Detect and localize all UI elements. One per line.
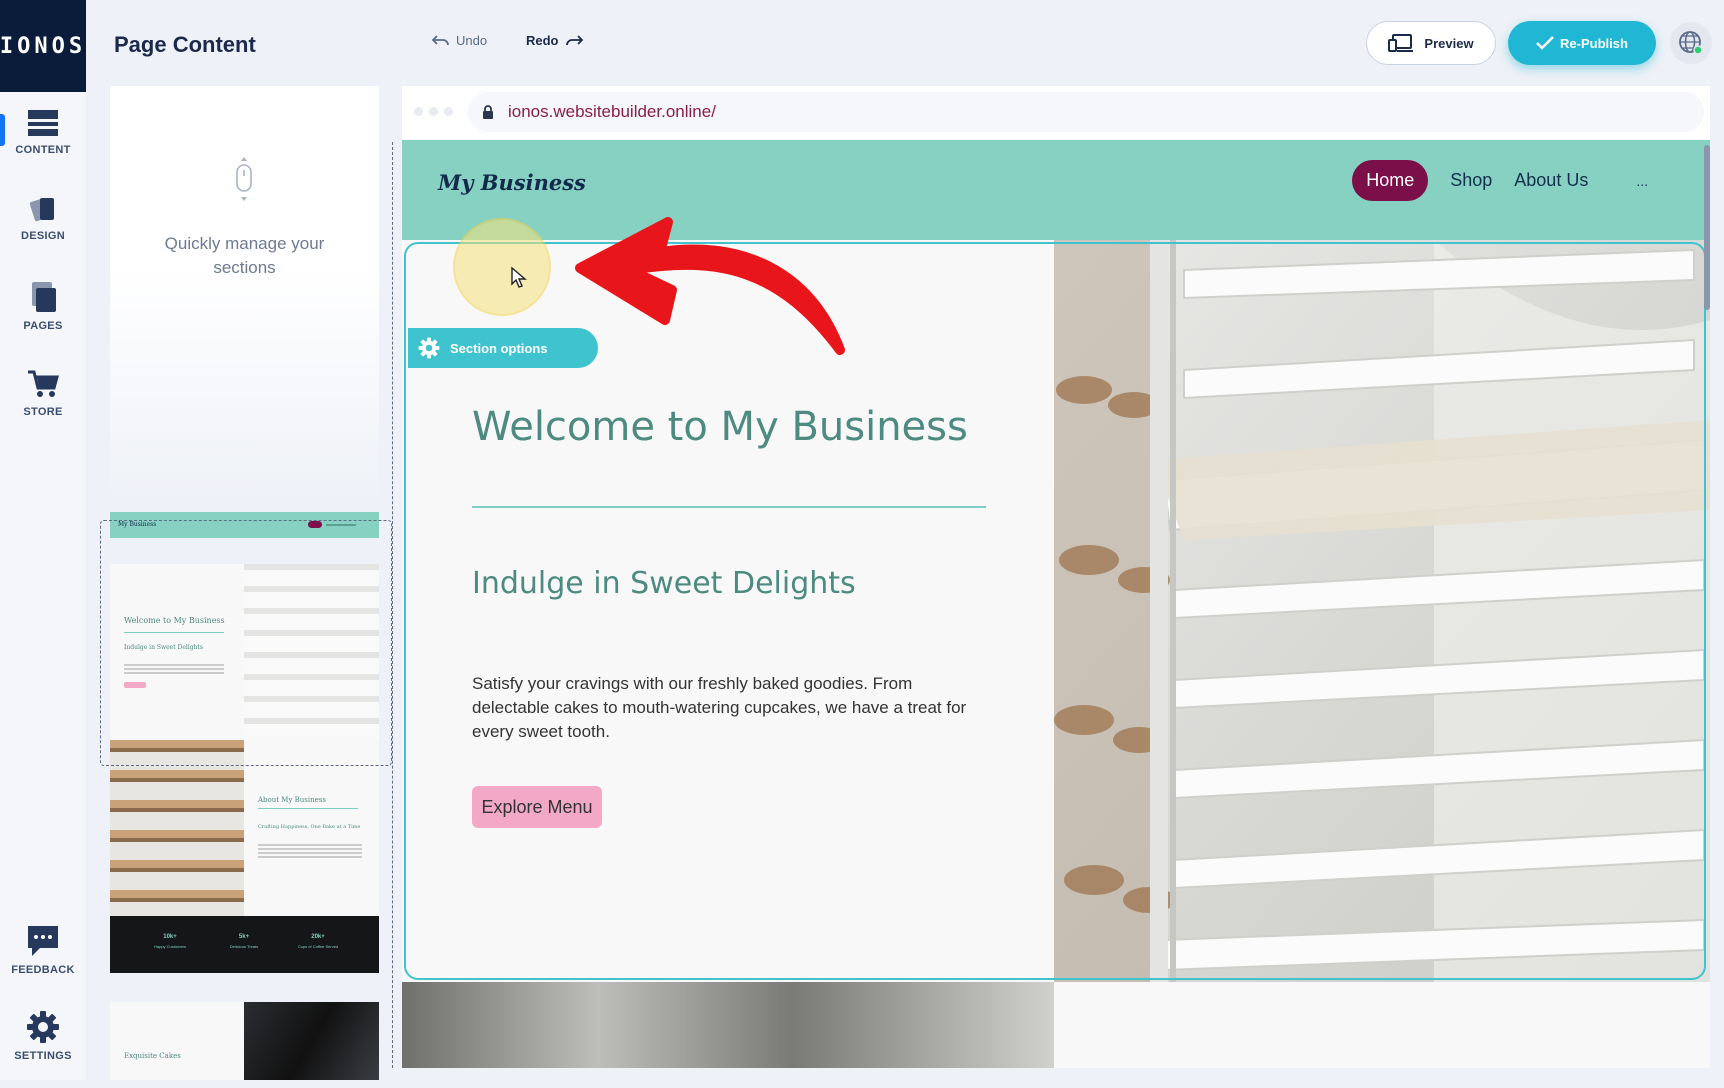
section-thumb-stats[interactable]: 10k+ Happy Customers 5k+ Delicious Treat…: [110, 916, 379, 973]
rail-label: FEEDBACK: [11, 964, 75, 976]
url-text: ionos.websitebuilder.online/: [508, 102, 716, 121]
section-options-button[interactable]: Section options: [408, 328, 598, 368]
language-button[interactable]: [1670, 22, 1712, 64]
rail-item-design[interactable]: DESIGN: [0, 194, 86, 272]
page-title: Page Content: [114, 32, 256, 57]
panel-hint: Quickly manage your sections: [164, 234, 325, 277]
rail-label: SETTINGS: [14, 1050, 72, 1062]
url-field[interactable]: ionos.websitebuilder.online/: [468, 92, 1704, 132]
rail-label: STORE: [23, 406, 63, 418]
redo-button[interactable]: Redo: [526, 33, 583, 48]
next-section-text[interactable]: [1054, 982, 1710, 1068]
gear-icon: [418, 337, 440, 359]
preview-button[interactable]: Preview: [1366, 21, 1496, 65]
rail-item-store[interactable]: STORE: [0, 368, 86, 446]
preview-scrollbar[interactable]: [1704, 145, 1710, 310]
redo-icon: [565, 34, 583, 45]
rail-label: DESIGN: [21, 230, 65, 242]
rail-item-settings[interactable]: SETTINGS: [0, 1010, 86, 1088]
window-dots: [414, 107, 453, 116]
site-preview: ionos.websitebuilder.online/ My Business…: [402, 86, 1710, 1068]
rail-item-pages[interactable]: PAGES: [0, 280, 86, 358]
hero-body[interactable]: Satisfy your cravings with our freshly b…: [472, 672, 982, 744]
undo-button[interactable]: Undo: [432, 33, 487, 48]
site-nav: Home Shop About Us ...: [1352, 160, 1648, 201]
rail-label: PAGES: [23, 320, 63, 332]
section-thumb-cakes[interactable]: Exquisite Cakes: [110, 1002, 379, 1080]
nav-about[interactable]: About Us: [1514, 170, 1588, 191]
explore-menu-button[interactable]: Explore Menu: [472, 786, 602, 828]
content-icon: [28, 110, 58, 136]
thumb-cakes-image: [244, 1002, 379, 1080]
nav-more[interactable]: ...: [1636, 173, 1648, 189]
nav-shop[interactable]: Shop: [1450, 170, 1492, 191]
republish-button[interactable]: Re-Publish: [1508, 21, 1656, 65]
scroll-mouse-icon: [236, 157, 252, 201]
nav-home[interactable]: Home: [1352, 160, 1429, 201]
site-brand[interactable]: My Business: [438, 170, 586, 195]
left-rail: IONOS CONTENT DESIGN PAGES STORE FEEDBAC…: [0, 0, 86, 1080]
globe-icon: [1679, 31, 1703, 55]
selected-section-outline: [100, 520, 392, 766]
next-section-image[interactable]: [402, 982, 1054, 1068]
hero-subtitle[interactable]: Indulge in Sweet Delights: [472, 566, 856, 601]
rail-item-feedback[interactable]: FEEDBACK: [0, 924, 86, 1002]
hero-title[interactable]: Welcome to My Business: [472, 404, 968, 450]
canvas-outline: [392, 142, 394, 1068]
ionos-logo[interactable]: IONOS: [0, 0, 86, 92]
section-thumb-about[interactable]: About My Business Crafting Happiness, On…: [110, 740, 379, 916]
hero-divider: [472, 506, 986, 508]
lock-icon: [483, 104, 493, 119]
bakery-rack-image: [1054, 240, 1710, 982]
hero-section[interactable]: Welcome to My Business Indulge in Sweet …: [402, 240, 1710, 982]
undo-icon: [432, 34, 449, 45]
url-bar: ionos.websitebuilder.online/: [402, 86, 1710, 140]
rail-label: CONTENT: [15, 144, 71, 156]
hero-image[interactable]: [1054, 240, 1710, 982]
cart-icon: [28, 370, 59, 397]
devices-icon: [1388, 34, 1414, 52]
design-icon: [29, 198, 54, 222]
rail-item-content[interactable]: CONTENT: [0, 108, 86, 186]
check-icon: [1536, 36, 1554, 50]
site-header[interactable]: My Business Home Shop About Us ...: [402, 140, 1710, 240]
chat-icon: [28, 926, 58, 956]
pages-icon: [32, 282, 56, 312]
gear-icon: [27, 1011, 59, 1043]
thumb-about-image: [110, 740, 244, 916]
